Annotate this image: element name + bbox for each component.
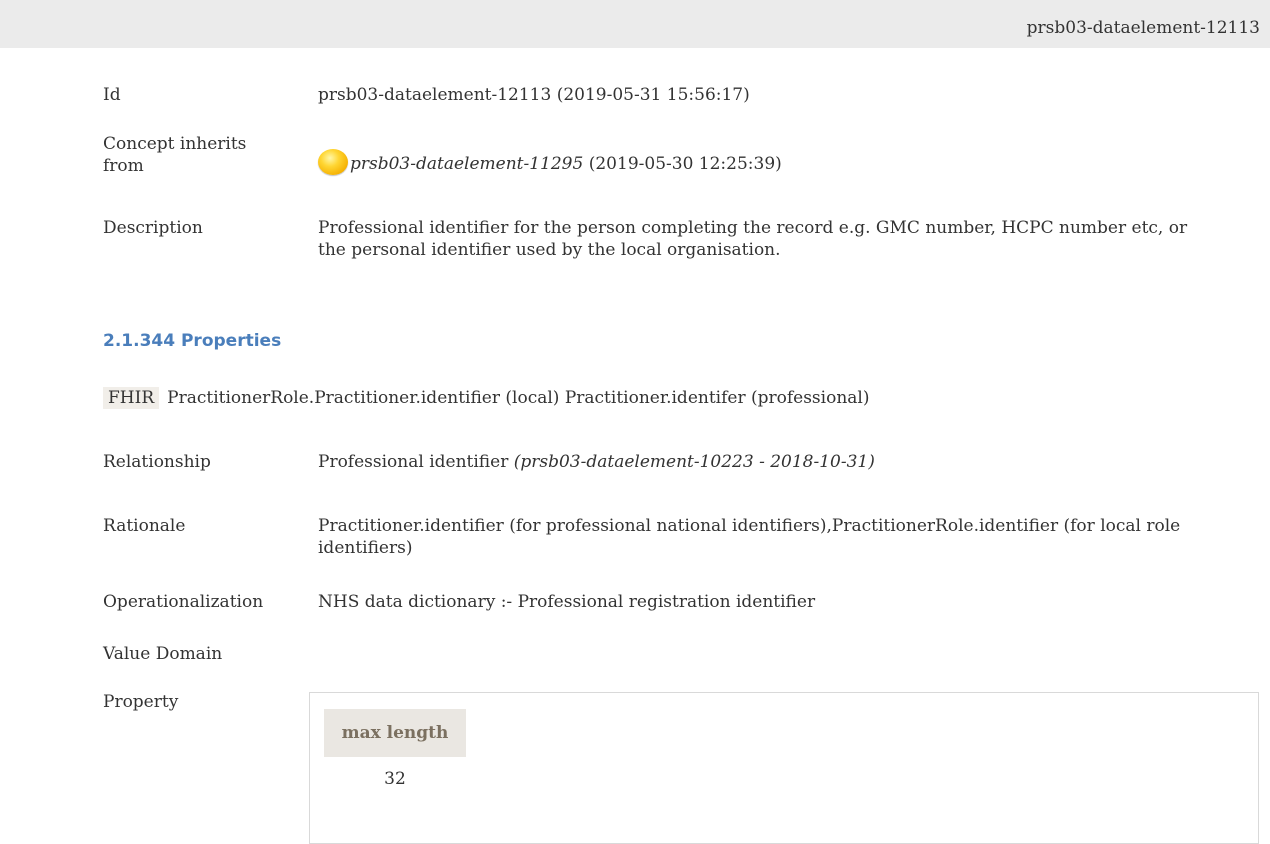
relationship-text: Professional identifier [318,452,509,472]
property-label: Property [103,692,179,712]
id-value: prsb03-dataelement-12113 (2019-05-31 15:… [318,85,750,105]
rationale-label: Rationale [103,516,186,536]
inherits-value: prsb03-dataelement-11295 (2019-05-30 12:… [318,149,1258,175]
inherits-date: (2019-05-30 12:25:39) [588,154,782,174]
fhir-row: FHIR PractitionerRole.Practitioner.identi… [103,387,869,409]
status-orb-icon [318,149,348,175]
property-table: max length 32 [309,692,1259,844]
inherits-label-line2: from [103,156,144,176]
relationship-ref-link[interactable]: (prsb03-dataelement-10223 - 2018-10-31) [514,452,875,472]
fhir-value: PractitionerRole.Practitioner.identifier… [167,388,870,408]
inherits-label: Concept inherits from [103,133,293,177]
id-label: Id [103,85,121,105]
operationalization-label: Operationalization [103,592,264,612]
value-domain-label: Value Domain [103,644,223,664]
operationalization-value: NHS data dictionary :- Professional regi… [318,592,816,612]
top-bar: prsb03-dataelement-12113 [0,0,1270,48]
inherits-ref-link[interactable]: prsb03-dataelement-11295 [350,154,583,174]
rationale-value: Practitioner.identifier (for professiona… [318,516,1181,558]
property-table-value: 32 [384,769,406,789]
properties-heading: 2.1.344 Properties [103,331,282,351]
fhir-tag: FHIR [103,387,160,409]
relationship-label: Relationship [103,452,211,472]
description-label: Description [103,218,203,238]
description-value: Professional identifier for the person c… [318,218,1188,260]
property-table-header: max length [324,709,466,757]
element-id-header: prsb03-dataelement-12113 [1026,18,1260,38]
relationship-value: Professional identifier (prsb03-dataelem… [318,451,1258,473]
inherits-label-line1: Concept inherits [103,134,247,154]
